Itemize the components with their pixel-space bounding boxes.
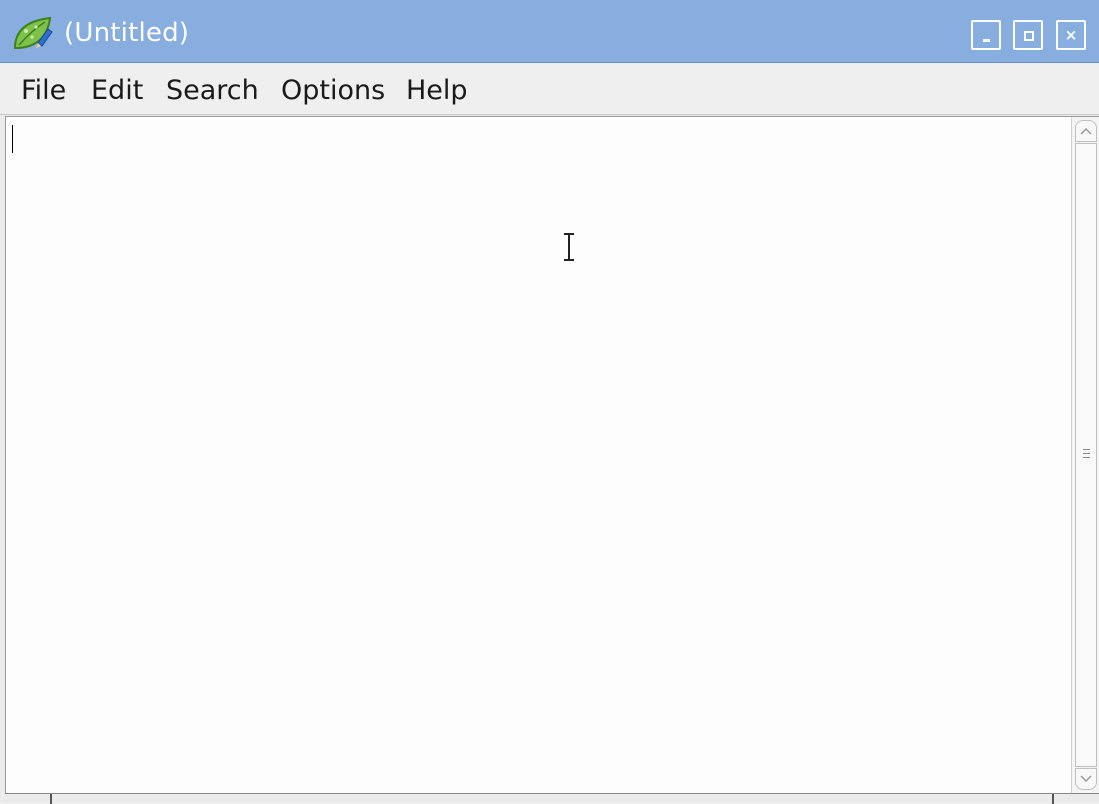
menu-options[interactable]: Options [281, 75, 385, 107]
scroll-thumb[interactable] [1075, 143, 1097, 767]
text-editor-frame [5, 116, 1099, 793]
text-caret [12, 125, 13, 153]
title-bar[interactable]: (Untitled) × [0, 0, 1099, 63]
menu-help[interactable]: Help [406, 75, 468, 107]
scroll-down-button[interactable] [1075, 768, 1097, 790]
menu-search[interactable]: Search [166, 75, 259, 107]
menu-bar: File Edit Search Options Help [0, 63, 1099, 115]
close-button[interactable]: × [1056, 20, 1086, 50]
menu-file[interactable]: File [21, 75, 66, 107]
close-icon: × [1064, 26, 1078, 44]
minimize-button[interactable] [971, 20, 1001, 50]
vertical-scrollbar[interactable] [1071, 117, 1099, 793]
menu-edit[interactable]: Edit [91, 75, 143, 107]
scroll-grip-icon [1083, 449, 1090, 458]
leafpad-icon [13, 16, 53, 49]
scroll-up-button[interactable] [1075, 120, 1097, 142]
editor-window: (Untitled) × File Edit Search Options He… [0, 0, 1099, 804]
ibeam-cursor-icon [564, 232, 574, 262]
scroll-up-arrow-icon [1080, 127, 1092, 135]
window-title: (Untitled) [64, 18, 190, 48]
maximize-icon [1024, 31, 1034, 41]
minimize-icon [983, 39, 990, 42]
status-strip [5, 793, 1099, 804]
maximize-button[interactable] [1013, 20, 1043, 50]
text-area[interactable] [6, 117, 1069, 793]
scroll-down-arrow-icon [1080, 775, 1092, 783]
